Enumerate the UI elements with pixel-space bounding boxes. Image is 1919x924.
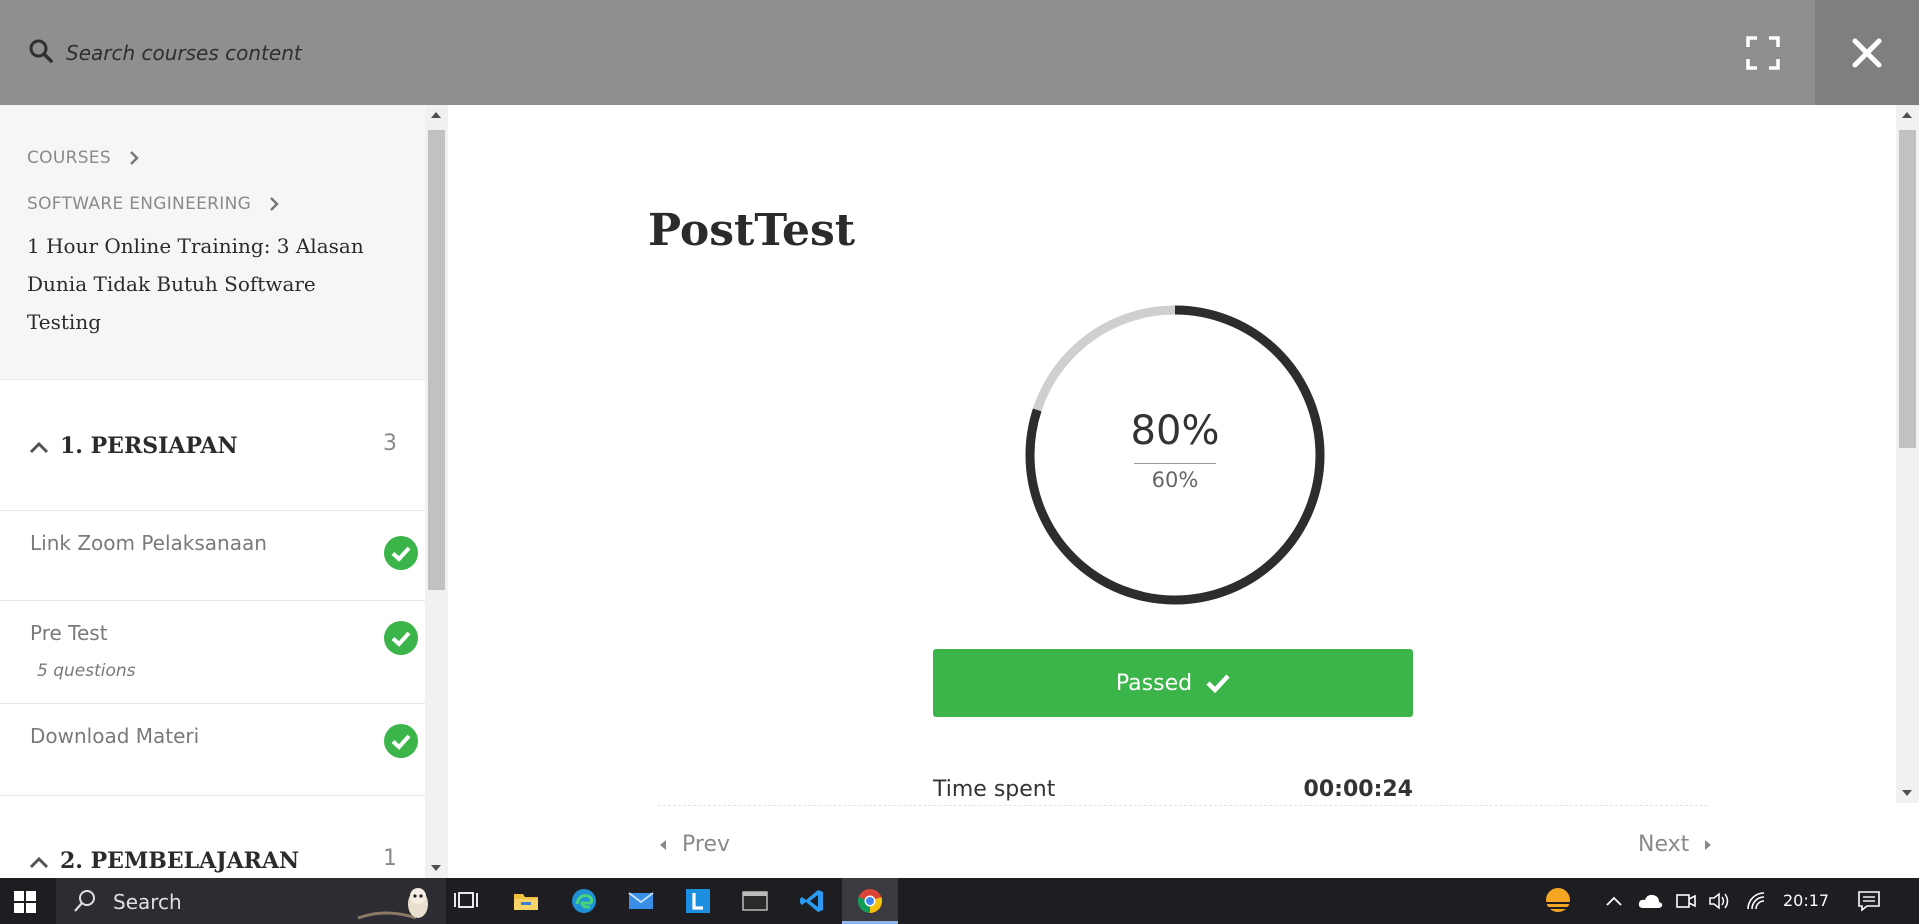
- curriculum-sidebar: COURSES SOFTWARE ENGINEERING 1 Hour Onli…: [0, 105, 425, 878]
- search-input[interactable]: [66, 36, 666, 70]
- lesson-label: Pre Test: [30, 621, 108, 645]
- taskbar-search-label: Search: [113, 890, 182, 914]
- file-explorer-icon[interactable]: [512, 887, 540, 915]
- content-scrollbar[interactable]: [1896, 105, 1919, 803]
- weather-icon[interactable]: [1540, 887, 1576, 915]
- lesson-label: Link Zoom Pelaksanaan: [30, 531, 267, 555]
- edge-browser-icon[interactable]: [570, 887, 598, 915]
- chevron-up-icon: [29, 856, 49, 869]
- lesson-item[interactable]: Download Materi: [0, 704, 425, 796]
- next-label: Next: [1638, 832, 1690, 857]
- meet-now-icon[interactable]: [1672, 887, 1700, 915]
- close-button[interactable]: [1815, 0, 1919, 105]
- time-spent-label: Time spent: [933, 777, 1056, 802]
- lesson-label: Download Materi: [30, 724, 200, 748]
- onedrive-cloud-icon[interactable]: [1636, 887, 1664, 915]
- fullscreen-icon: [1745, 35, 1780, 70]
- caret-right-icon: [1705, 839, 1712, 850]
- lesson-item[interactable]: Pre Test 5 questions: [0, 601, 425, 704]
- result-progress-ring: [1025, 305, 1325, 605]
- wifi-icon[interactable]: [1744, 887, 1772, 915]
- breadcrumb: COURSES SOFTWARE ENGINEERING 1 Hour Onli…: [0, 105, 425, 380]
- section-title: 1. PERSIAPAN: [60, 433, 238, 459]
- next-button[interactable]: Next: [1638, 832, 1713, 857]
- breadcrumb-label: SOFTWARE ENGINEERING: [27, 194, 252, 214]
- section-header-persiapan[interactable]: 1. PERSIAPAN 3: [0, 381, 425, 511]
- search-icon: [74, 890, 95, 912]
- breadcrumb-courses[interactable]: COURSES: [27, 148, 139, 168]
- checkmark-icon: [1206, 674, 1230, 693]
- section-title: 2. PEMBELAJARAN: [60, 848, 300, 874]
- scroll-down-arrow[interactable]: [431, 865, 441, 871]
- prev-button[interactable]: Prev: [658, 832, 730, 857]
- volume-icon[interactable]: [1706, 887, 1734, 915]
- chrome-taskbar-button[interactable]: [842, 878, 898, 924]
- scroll-down-arrow[interactable]: [1902, 790, 1912, 796]
- chevron-right-icon: [270, 197, 279, 211]
- taskbar-search[interactable]: Search: [56, 878, 446, 924]
- caret-left-icon: [660, 839, 666, 850]
- section-item-count: 3: [383, 431, 397, 456]
- launcher-l-icon[interactable]: [684, 887, 712, 915]
- passing-grade: 60%: [1151, 468, 1199, 492]
- chrome-icon: [857, 889, 883, 914]
- top-bar: [0, 0, 1919, 105]
- chevron-right-icon: [130, 151, 139, 165]
- scrollbar-thumb[interactable]: [428, 130, 445, 590]
- owl-icon: [357, 888, 428, 920]
- taskbar: Search 20:17: [0, 878, 1919, 924]
- notifications-icon[interactable]: [1855, 887, 1883, 915]
- check-circle-icon: [384, 621, 418, 655]
- lesson-item[interactable]: Link Zoom Pelaksanaan: [0, 511, 425, 601]
- quiz-content: PostTest 80% 60% Passed Time spent 00:00…: [448, 105, 1896, 878]
- fullscreen-button[interactable]: [1710, 0, 1815, 105]
- result-score: 80%: [1130, 408, 1220, 454]
- taskbar-clock: 20:17: [1783, 891, 1830, 910]
- time-spent-value: 00:00:24: [1303, 777, 1413, 802]
- breadcrumb-label: COURSES: [27, 148, 111, 168]
- section-item-count: 1: [383, 846, 397, 871]
- scrollbar-thumb[interactable]: [1899, 130, 1916, 448]
- scroll-up-arrow[interactable]: [1902, 112, 1912, 118]
- status-label: Passed: [1115, 670, 1193, 696]
- section-header-pembelajaran[interactable]: 2. PEMBELAJARAN 1: [0, 796, 425, 878]
- breadcrumb-category[interactable]: SOFTWARE ENGINEERING: [27, 194, 279, 214]
- windows-start-icon[interactable]: [14, 891, 36, 913]
- divider: [658, 805, 1708, 806]
- check-circle-icon: [384, 536, 418, 570]
- score-divider: [1134, 463, 1216, 464]
- search-icon: [29, 39, 53, 63]
- terminal-icon[interactable]: [741, 887, 769, 915]
- passed-status-button[interactable]: Passed: [933, 649, 1413, 717]
- task-view-icon[interactable]: [452, 887, 480, 915]
- chevron-up-icon: [29, 441, 49, 454]
- close-icon: [1852, 38, 1882, 67]
- course-title: 1 Hour Online Training: 3 Alasan Dunia T…: [27, 234, 364, 334]
- sidebar-scrollbar[interactable]: [425, 105, 448, 878]
- result-ring: 80% 60%: [1020, 300, 1330, 610]
- scroll-up-arrow[interactable]: [431, 112, 441, 118]
- chevron-up-icon[interactable]: [1600, 887, 1628, 915]
- vscode-icon[interactable]: [798, 887, 826, 915]
- time-spent-row: Time spent 00:00:24: [933, 770, 1413, 810]
- lesson-meta: 5 questions: [37, 661, 136, 681]
- page-title: PostTest: [648, 205, 856, 256]
- check-circle-icon: [384, 724, 418, 758]
- prev-label: Prev: [682, 832, 730, 857]
- mail-icon[interactable]: [627, 887, 655, 915]
